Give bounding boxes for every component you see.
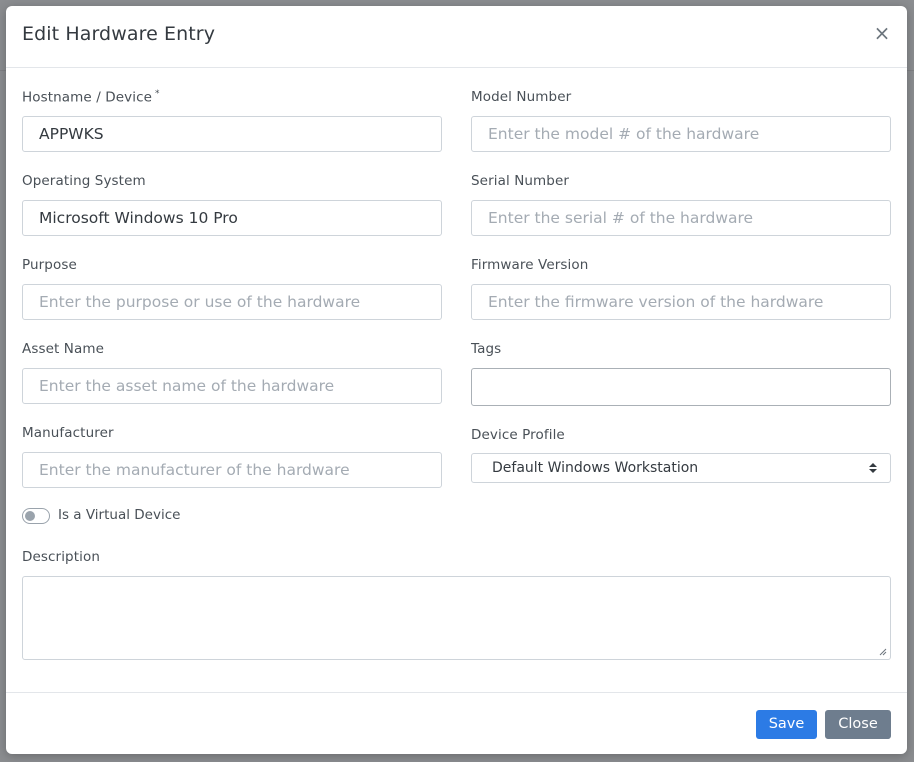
modal-title: Edit Hardware Entry	[22, 23, 216, 45]
save-button[interactable]: Save	[756, 710, 817, 739]
select-arrows-icon	[869, 463, 877, 473]
serial-number-label: Serial Number	[471, 173, 570, 189]
resize-grip-icon[interactable]	[879, 648, 887, 656]
operating-system-input[interactable]	[22, 200, 442, 236]
virtual-device-label: Is a Virtual Device	[58, 507, 181, 523]
manufacturer-label: Manufacturer	[22, 425, 114, 441]
edit-hardware-modal: Edit Hardware Entry × Hostname / Device *…	[6, 6, 907, 754]
asset-name-label: Asset Name	[22, 341, 105, 357]
asset-name-input[interactable]	[22, 368, 442, 404]
manufacturer-input[interactable]	[22, 452, 442, 488]
description-textarea[interactable]	[22, 576, 891, 660]
serial-number-input[interactable]	[471, 200, 891, 236]
hostname-label-text: Hostname / Device	[22, 89, 153, 106]
hostname-label: Hostname / Device *	[22, 89, 160, 106]
model-number-label: Model Number	[471, 89, 572, 105]
firmware-version-input[interactable]	[471, 284, 891, 320]
modal-footer: Save Close	[6, 692, 907, 754]
close-icon[interactable]: ×	[871, 22, 893, 44]
background-divider	[907, 70, 914, 71]
purpose-label: Purpose	[22, 257, 77, 273]
required-marker: *	[155, 89, 160, 99]
device-profile-selected: Default Windows Workstation	[492, 460, 699, 476]
device-profile-label: Device Profile	[471, 427, 565, 443]
toggle-knob	[25, 511, 35, 521]
tags-input[interactable]	[471, 368, 891, 406]
virtual-device-toggle[interactable]	[22, 508, 50, 524]
close-button[interactable]: Close	[825, 710, 891, 739]
description-label: Description	[22, 549, 100, 565]
model-number-input[interactable]	[471, 116, 891, 152]
operating-system-label: Operating System	[22, 173, 146, 189]
hostname-input[interactable]	[22, 116, 442, 152]
firmware-version-label: Firmware Version	[471, 257, 589, 273]
purpose-input[interactable]	[22, 284, 442, 320]
modal-header: Edit Hardware Entry ×	[6, 6, 907, 68]
device-profile-select[interactable]: Default Windows Workstation	[471, 453, 891, 483]
tags-label: Tags	[471, 341, 502, 357]
